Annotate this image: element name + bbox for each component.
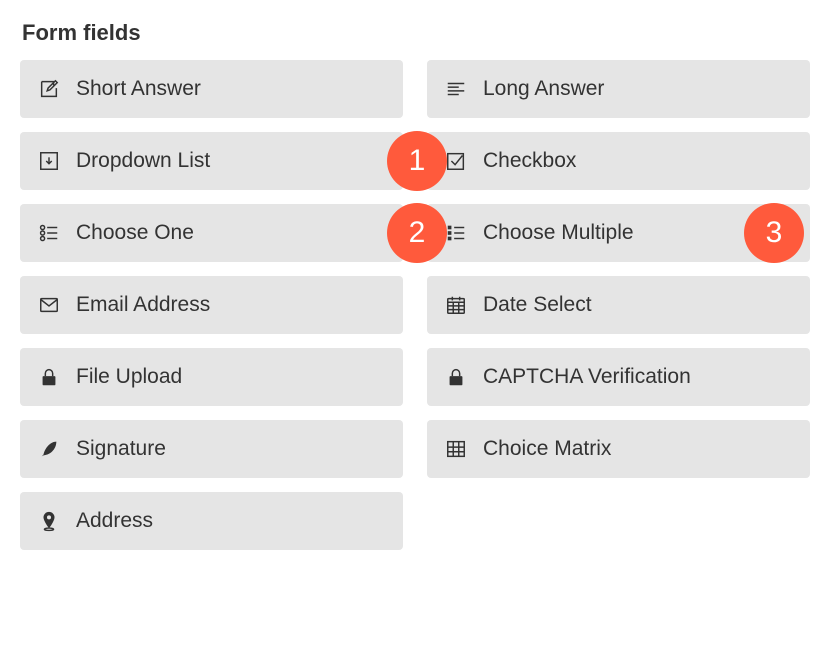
field-email-address[interactable]: Email Address xyxy=(20,276,403,334)
field-choose-one[interactable]: Choose One 2 xyxy=(20,204,403,262)
field-choice-matrix[interactable]: Choice Matrix xyxy=(427,420,810,478)
field-label: CAPTCHA Verification xyxy=(483,365,691,389)
field-short-answer[interactable]: Short Answer xyxy=(20,60,403,118)
field-label: Signature xyxy=(76,437,166,461)
calendar-icon xyxy=(443,292,469,318)
radio-list-icon xyxy=(36,220,62,246)
field-choose-multiple[interactable]: Choose Multiple 3 xyxy=(427,204,810,262)
section-title: Form fields xyxy=(22,20,808,46)
annotation-badge-3: 3 xyxy=(744,203,804,263)
field-long-answer[interactable]: Long Answer xyxy=(427,60,810,118)
field-dropdown-list[interactable]: Dropdown List 1 xyxy=(20,132,403,190)
field-label: Address xyxy=(76,509,153,533)
field-label: Email Address xyxy=(76,293,210,317)
field-label: Choice Matrix xyxy=(483,437,611,461)
lock-icon xyxy=(36,364,62,390)
field-address[interactable]: Address xyxy=(20,492,403,550)
field-checkbox[interactable]: Checkbox xyxy=(427,132,810,190)
field-label: Choose One xyxy=(76,221,194,245)
field-captcha[interactable]: CAPTCHA Verification xyxy=(427,348,810,406)
field-label: Choose Multiple xyxy=(483,221,634,245)
edit-square-icon xyxy=(36,76,62,102)
field-signature[interactable]: Signature xyxy=(20,420,403,478)
feather-icon xyxy=(36,436,62,462)
field-date-select[interactable]: Date Select xyxy=(427,276,810,334)
align-left-icon xyxy=(443,76,469,102)
field-label: Dropdown List xyxy=(76,149,210,173)
field-label: Short Answer xyxy=(76,77,201,101)
form-field-grid: Short Answer Long Answer Dropdown List 1… xyxy=(20,60,810,550)
field-label: Date Select xyxy=(483,293,592,317)
annotation-badge-2: 2 xyxy=(387,203,447,263)
field-label: File Upload xyxy=(76,365,182,389)
field-label: Checkbox xyxy=(483,149,576,173)
field-label: Long Answer xyxy=(483,77,604,101)
annotation-badge-1: 1 xyxy=(387,131,447,191)
lock-icon xyxy=(443,364,469,390)
table-icon xyxy=(443,436,469,462)
dropdown-arrow-box-icon xyxy=(36,148,62,174)
map-pin-icon xyxy=(36,508,62,534)
field-file-upload[interactable]: File Upload xyxy=(20,348,403,406)
envelope-icon xyxy=(36,292,62,318)
